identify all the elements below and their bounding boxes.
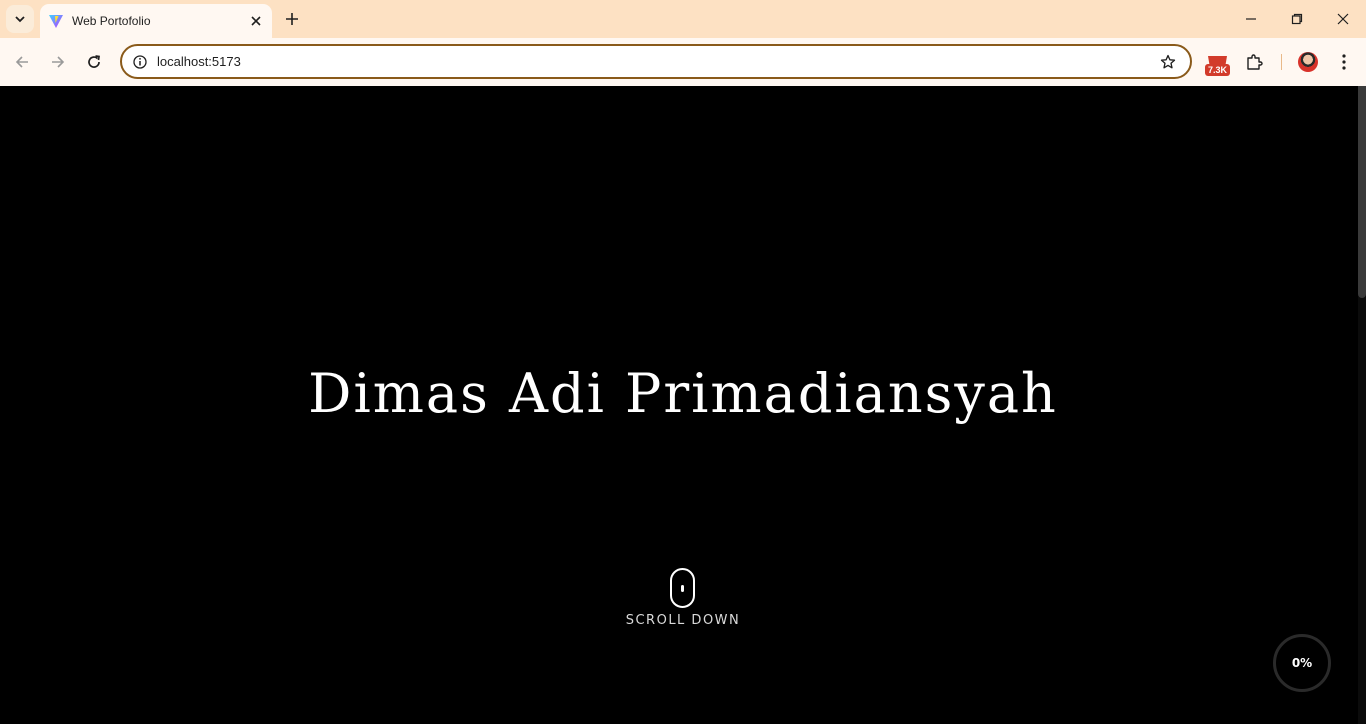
forward-button[interactable]	[44, 48, 72, 76]
back-button[interactable]	[8, 48, 36, 76]
close-icon	[1337, 13, 1349, 25]
active-tab[interactable]: Web Portofolio	[40, 4, 272, 38]
mouse-scroll-icon[interactable]	[670, 568, 695, 608]
tab-title: Web Portofolio	[72, 14, 151, 28]
site-info-button[interactable]	[130, 52, 150, 72]
hero-name: Dimas Adi Primadiansyah	[308, 362, 1058, 425]
arrow-right-icon	[52, 56, 65, 68]
reload-icon	[88, 55, 100, 68]
close-window-button[interactable]	[1320, 0, 1366, 38]
kebab-menu-icon	[1342, 54, 1346, 70]
page-scrollbar[interactable]	[1358, 86, 1366, 724]
bookmark-button[interactable]	[1158, 52, 1178, 72]
extension-badge-count: 7.3K	[1205, 64, 1231, 76]
tab-search-button[interactable]	[6, 5, 34, 33]
reload-button[interactable]	[80, 48, 108, 76]
minimize-icon	[1246, 18, 1256, 20]
restore-icon	[1291, 13, 1303, 25]
address-bar[interactable]: localhost:5173	[120, 44, 1192, 79]
scroll-progress-label: 0%	[1291, 656, 1313, 670]
page-viewport: Dimas Adi Primadiansyah SCROLL DOWN 0%	[0, 86, 1366, 724]
new-tab-button[interactable]	[280, 7, 304, 31]
browser-menu-button[interactable]	[1334, 50, 1354, 74]
scrollbar-thumb[interactable]	[1358, 86, 1366, 298]
scroll-down-label[interactable]: SCROLL DOWN	[0, 613, 1366, 628]
extension-badge-button[interactable]: 7.3K	[1204, 54, 1232, 76]
url-text[interactable]: localhost:5173	[157, 54, 241, 69]
minimize-button[interactable]	[1228, 0, 1274, 38]
profile-avatar[interactable]	[1298, 52, 1318, 72]
info-icon	[133, 55, 147, 69]
arrow-left-icon	[15, 56, 28, 68]
vite-logo-icon	[49, 15, 63, 28]
extensions-button[interactable]	[1243, 51, 1265, 73]
puzzle-icon	[1247, 54, 1263, 70]
plus-icon	[286, 13, 298, 25]
tab-close-button[interactable]	[246, 11, 266, 31]
browser-toolbar: localhost:5173 7.3K	[0, 38, 1366, 86]
star-icon	[1160, 54, 1176, 69]
mouse-wheel	[681, 585, 684, 592]
tab-strip: Web Portofolio	[0, 0, 1366, 38]
restore-button[interactable]	[1274, 0, 1320, 38]
toolbar-divider	[1281, 54, 1282, 70]
scroll-progress-indicator: 0%	[1272, 633, 1332, 693]
chevron-down-icon	[15, 16, 25, 23]
close-icon	[251, 16, 261, 26]
